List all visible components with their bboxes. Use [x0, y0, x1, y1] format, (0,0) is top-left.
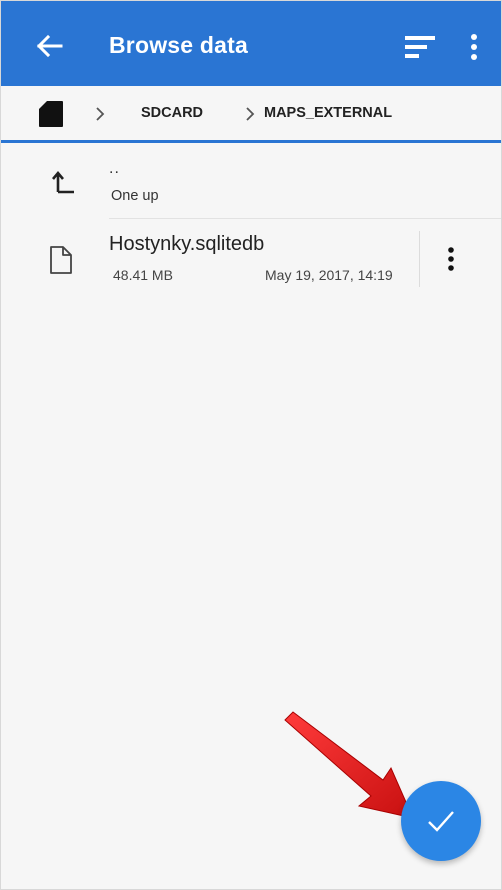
breadcrumb: SDCARD MAPS_EXTERNAL	[1, 86, 501, 143]
file-size: 48.41 MB	[113, 267, 173, 283]
up-label: ..	[109, 160, 120, 177]
file-icon	[49, 245, 73, 275]
confirm-fab-button[interactable]	[401, 781, 481, 861]
list-divider	[109, 218, 501, 219]
list-item-one-up[interactable]: .. One up	[1, 158, 501, 220]
sd-card-icon[interactable]	[38, 100, 64, 128]
page-title: Browse data	[109, 32, 248, 58]
check-icon	[428, 811, 454, 832]
breadcrumb-item-maps-external[interactable]: MAPS_EXTERNAL	[264, 105, 392, 121]
chevron-right-icon	[243, 106, 257, 122]
sort-icon[interactable]	[403, 34, 437, 60]
arrow-left-icon[interactable]	[34, 31, 64, 61]
level-up-icon	[48, 168, 76, 196]
app-bar: Browse data	[1, 1, 501, 86]
browse-data-screen: Browse data SDCARD MAPS_EXTERNAL .. One …	[0, 0, 502, 890]
more-vert-icon[interactable]	[444, 245, 458, 273]
row-separator	[419, 231, 420, 287]
red-arrow-icon	[271, 706, 421, 826]
breadcrumb-underline	[1, 140, 501, 143]
more-vert-icon[interactable]	[468, 33, 480, 61]
file-name: Hostynky.sqlitedb	[109, 233, 265, 255]
list-item-file[interactable]: Hostynky.sqlitedb 48.41 MB May 19, 2017,…	[1, 221, 501, 301]
breadcrumb-item-sdcard[interactable]: SDCARD	[141, 105, 203, 121]
file-date: May 19, 2017, 14:19	[265, 267, 393, 283]
up-sublabel: One up	[111, 188, 159, 204]
chevron-right-icon	[93, 106, 107, 122]
